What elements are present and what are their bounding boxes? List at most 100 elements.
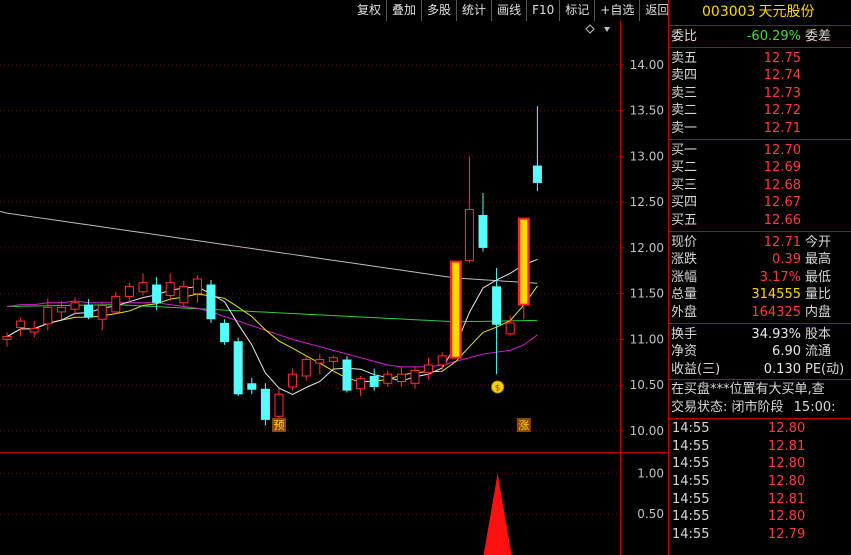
fundamental-stats: 换手 34.93% 股本 净资 6.90 流通 收益(三) 0.130 PE(动) xyxy=(669,324,851,381)
bid-level-label: 买四 xyxy=(671,195,698,211)
tick-price: 12.80 xyxy=(768,509,806,525)
candle-body-down xyxy=(206,284,216,320)
candle-body-up xyxy=(97,305,107,320)
quote-row-label: 涨跌 xyxy=(671,252,698,268)
bid-levels: 买一 12.70 买二 12.69 买三 12.68 买四 12.67 买五 12.66 xyxy=(669,140,851,232)
big-order-alert[interactable]: 在买盘***位置有大买单,查 xyxy=(669,381,851,399)
ask-levels: 卖五 12.75 卖四 12.74 卖三 12.73 卖二 12.72 卖一 12.71 xyxy=(669,48,851,140)
candle-body-up xyxy=(29,327,39,333)
toolbar-button[interactable]: +自选 xyxy=(594,0,639,21)
candle-body-down xyxy=(342,359,352,391)
candle-body-up xyxy=(301,359,311,377)
toolbar-button[interactable]: 统计 xyxy=(456,0,491,21)
tick-price: 12.79 xyxy=(768,526,806,542)
money-bag-symbol: $ xyxy=(495,383,501,393)
bid-level-label: 买二 xyxy=(671,160,698,176)
bid-level: 买四 12.67 xyxy=(669,194,851,212)
ma-long-line-start xyxy=(0,210,8,214)
tick-row: 14:55 12.80 xyxy=(669,455,851,473)
signal-spike xyxy=(483,473,512,555)
signal-marker-label: 预 xyxy=(274,419,285,432)
tick-row: 14:55 12.79 xyxy=(669,526,851,544)
quote-row-right-label: 内盘 xyxy=(805,304,832,320)
tick-row: 14:55 12.80 xyxy=(669,508,851,526)
candle-body-up xyxy=(505,322,515,335)
tick-time: 14:55 xyxy=(672,509,710,525)
ask-level-label: 卖二 xyxy=(671,103,698,119)
y-tick-label: 11.00 xyxy=(630,332,664,346)
quote-row-value: 12.71 xyxy=(763,234,801,250)
stat-row-label: 收益(三) xyxy=(671,361,721,377)
quote-row: 涨幅 3.17% 最低 xyxy=(669,269,851,287)
bid-level-value: 12.67 xyxy=(763,195,801,211)
toolbar-button[interactable]: F10 xyxy=(526,0,559,21)
candle-body-up xyxy=(192,278,202,295)
candle-body-up xyxy=(315,359,325,364)
stock-code[interactable]: 003003 xyxy=(702,4,755,20)
candle-body-up xyxy=(111,295,121,313)
bid-level-value: 12.68 xyxy=(763,177,801,193)
quote-row-value: 3.17% xyxy=(759,269,801,285)
ask-level: 卖三 12.73 xyxy=(669,85,851,103)
candle-body-down xyxy=(260,388,270,420)
toolbar-button[interactable]: 复权 xyxy=(352,0,386,21)
limit-up-candle-body xyxy=(452,262,460,357)
tick-price: 12.81 xyxy=(768,438,806,454)
weibi-row: 委比 -60.29% 委差 xyxy=(669,28,851,46)
candle-body-up xyxy=(2,336,12,340)
y-tick-label: 10.00 xyxy=(630,424,664,438)
candle-body-down xyxy=(220,322,230,343)
quote-row: 外盘 164325 内盘 xyxy=(669,304,851,322)
stock-name[interactable]: 天元股份 xyxy=(758,4,814,20)
ask-level-value: 12.74 xyxy=(763,68,801,84)
tick-time: 14:55 xyxy=(672,491,710,507)
toolbar-button[interactable]: 多股 xyxy=(421,0,456,21)
tick-row: 14:55 12.81 xyxy=(669,438,851,456)
weibi-value: -60.29% xyxy=(746,29,801,44)
stat-row: 换手 34.93% 股本 xyxy=(669,326,851,344)
tick-time: 14:55 xyxy=(672,438,710,454)
stat-row: 收益(三) 0.130 PE(动) xyxy=(669,361,851,379)
bid-level: 买一 12.70 xyxy=(669,142,851,160)
ask-level-value: 12.71 xyxy=(763,120,801,136)
bid-level: 买二 12.69 xyxy=(669,159,851,177)
candle-body-down xyxy=(247,383,257,390)
candle-body-up xyxy=(288,373,298,388)
candle-body-down xyxy=(478,214,488,248)
candle-body-up xyxy=(464,208,474,262)
candle-body-up xyxy=(328,357,338,362)
diamond-icon xyxy=(585,24,595,34)
quote-row-value: 0.39 xyxy=(772,252,801,268)
tick-price: 12.81 xyxy=(768,491,806,507)
tick-row: 14:55 12.80 xyxy=(669,473,851,491)
kline-chart[interactable]: 14.00 13.50 13.00 12.50 12.00 11.50 11.00 10.50… xyxy=(0,21,668,555)
quote-row-label: 现价 xyxy=(671,234,698,250)
candle-body-down xyxy=(233,341,243,395)
kline-chart-area[interactable]: 复权 叠加 多股 统计 画线 F10 标记 +自选 返回 14.00 13.50 13.00 12.5… xyxy=(0,0,669,555)
info-section: 在买盘***位置有大买单,查 交易状态: 闭市阶段 15:00: xyxy=(669,380,851,420)
toolbar-button[interactable]: 标记 xyxy=(559,0,594,21)
quote-row: 现价 12.71 今开 xyxy=(669,234,851,252)
y-tick-label: 11.50 xyxy=(630,287,664,301)
y-tick-label: 14.00 xyxy=(630,58,664,72)
weibi-label: 委比 xyxy=(671,29,698,44)
trade-status-text: 交易状态: 闭市阶段 xyxy=(671,400,784,416)
stat-row-value: 6.90 xyxy=(772,344,801,360)
candle-body-up xyxy=(138,282,148,293)
stat-row: 净资 6.90 流通 xyxy=(669,343,851,361)
tick-price: 12.80 xyxy=(768,474,806,490)
stat-row-right-label: 股本 xyxy=(805,326,832,342)
tick-row: 14:55 12.80 xyxy=(669,420,851,438)
tick-list[interactable]: 14:55 12.80 14:55 12.81 14:55 12.80 14:55 12.80… xyxy=(669,419,851,543)
y-tick-label: 13.50 xyxy=(630,104,664,118)
candle-body-up xyxy=(124,285,134,297)
candle-body-down xyxy=(492,286,502,325)
trade-status-time: 15:00: xyxy=(793,400,836,416)
candle-body-down xyxy=(152,284,162,303)
bid-level-value: 12.66 xyxy=(763,212,801,228)
quote-row-right-label: 最高 xyxy=(805,252,832,268)
toolbar-button[interactable]: 叠加 xyxy=(386,0,421,21)
toolbar-button[interactable]: 画线 xyxy=(491,0,526,21)
candle-body-up xyxy=(356,378,366,390)
stock-header: 003003 天元股份 xyxy=(669,0,851,26)
